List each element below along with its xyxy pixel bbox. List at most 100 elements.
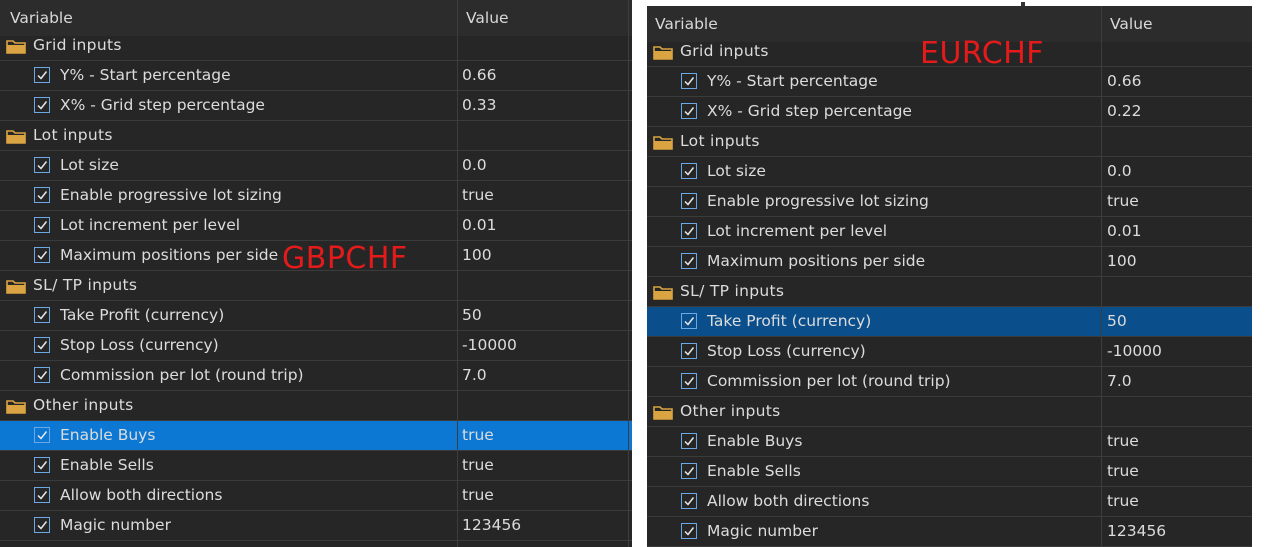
input-row[interactable]: Lot size 0.0 xyxy=(647,157,1252,187)
variable-value[interactable]: true xyxy=(462,186,494,204)
checkbox-icon[interactable] xyxy=(681,73,697,89)
input-row[interactable]: Take Profit (currency) 50 xyxy=(647,307,1252,337)
variable-value[interactable]: -10000 xyxy=(462,336,517,354)
input-row[interactable]: Allow both directions true xyxy=(0,481,632,511)
folder-icon[interactable] xyxy=(6,129,27,144)
input-row[interactable]: Magic number 123456 xyxy=(647,517,1252,547)
input-row[interactable]: Commission per lot (round trip) 7.0 xyxy=(0,361,632,391)
checkbox-icon[interactable] xyxy=(34,157,50,173)
variable-value[interactable]: 0.22 xyxy=(1107,102,1142,120)
input-row[interactable]: Enable progressive lot sizing true xyxy=(0,181,632,211)
checkbox-icon[interactable] xyxy=(681,103,697,119)
group-row[interactable]: Grid inputs xyxy=(0,31,632,61)
group-row[interactable]: SL/ TP inputs xyxy=(647,277,1252,307)
folder-icon[interactable] xyxy=(6,279,27,294)
variable-name: Magic number xyxy=(707,522,818,540)
checkbox-icon[interactable] xyxy=(34,247,50,263)
checkbox-icon[interactable] xyxy=(34,187,50,203)
folder-icon[interactable] xyxy=(653,285,674,300)
variable-value[interactable]: 123456 xyxy=(462,516,521,534)
input-row[interactable]: Enable Buys true xyxy=(647,427,1252,457)
input-row[interactable]: Lot increment per level 0.01 xyxy=(0,211,632,241)
checkbox-icon[interactable] xyxy=(34,97,50,113)
variable-value[interactable]: true xyxy=(1107,432,1139,450)
column-divider[interactable] xyxy=(1101,6,1102,547)
input-row[interactable]: Commission per lot (round trip) 7.0 xyxy=(647,367,1252,397)
group-row[interactable]: Other inputs xyxy=(0,391,632,421)
variable-value[interactable]: true xyxy=(1107,192,1139,210)
checkbox-icon[interactable] xyxy=(34,427,50,443)
variable-value[interactable]: -10000 xyxy=(1107,342,1162,360)
folder-icon[interactable] xyxy=(653,135,674,150)
input-row[interactable]: Enable Sells true xyxy=(0,451,632,481)
variable-value[interactable]: 0.01 xyxy=(1107,222,1142,240)
variable-value[interactable]: 0.66 xyxy=(462,66,497,84)
input-row[interactable]: Enable progressive lot sizing true xyxy=(647,187,1252,217)
variable-value[interactable]: 7.0 xyxy=(462,366,487,384)
variable-value[interactable]: true xyxy=(462,486,494,504)
checkbox-icon[interactable] xyxy=(34,217,50,233)
checkbox-icon[interactable] xyxy=(34,517,50,533)
folder-icon[interactable] xyxy=(653,405,674,420)
variable-name: Commission per lot (round trip) xyxy=(60,366,304,384)
checkbox-icon[interactable] xyxy=(34,307,50,323)
input-row[interactable]: Y% - Start percentage 0.66 xyxy=(0,61,632,91)
variable-value[interactable]: 0.33 xyxy=(462,96,497,114)
column-header-value[interactable]: Value xyxy=(466,9,509,27)
group-row[interactable]: Lot inputs xyxy=(647,127,1252,157)
input-row[interactable]: Maximum positions per side 100 xyxy=(647,247,1252,277)
input-row[interactable]: Stop Loss (currency) -10000 xyxy=(0,331,632,361)
checkbox-icon[interactable] xyxy=(681,343,697,359)
column-divider[interactable] xyxy=(457,0,458,547)
group-row[interactable]: Lot inputs xyxy=(0,121,632,151)
checkbox-icon[interactable] xyxy=(681,223,697,239)
checkbox-icon[interactable] xyxy=(681,493,697,509)
checkbox-icon[interactable] xyxy=(34,457,50,473)
variable-value[interactable]: 0.0 xyxy=(462,156,487,174)
folder-icon[interactable] xyxy=(6,399,27,414)
column-header-variable[interactable]: Variable xyxy=(10,9,73,27)
checkbox-icon[interactable] xyxy=(681,523,697,539)
variable-value[interactable]: 0.66 xyxy=(1107,72,1142,90)
input-row[interactable]: Enable Buys true xyxy=(0,421,632,451)
input-row[interactable]: X% - Grid step percentage 0.33 xyxy=(0,91,632,121)
variable-value[interactable]: true xyxy=(462,426,494,444)
checkbox-icon[interactable] xyxy=(681,163,697,179)
input-row[interactable]: Lot increment per level 0.01 xyxy=(647,217,1252,247)
input-row[interactable]: Magic number 123456 xyxy=(0,511,632,541)
folder-icon[interactable] xyxy=(6,39,27,54)
variable-value[interactable]: 0.01 xyxy=(462,216,497,234)
input-row[interactable]: Enable Sells true xyxy=(647,457,1252,487)
checkbox-icon[interactable] xyxy=(681,433,697,449)
column-header-variable[interactable]: Variable xyxy=(655,15,718,33)
checkbox-icon[interactable] xyxy=(681,373,697,389)
variable-name: Enable Sells xyxy=(60,456,154,474)
checkbox-icon[interactable] xyxy=(681,253,697,269)
variable-value[interactable]: true xyxy=(462,456,494,474)
group-row[interactable]: Other inputs xyxy=(647,397,1252,427)
checkbox-icon[interactable] xyxy=(34,367,50,383)
checkbox-icon[interactable] xyxy=(681,313,697,329)
variable-value[interactable]: true xyxy=(1107,492,1139,510)
variable-value[interactable]: true xyxy=(1107,462,1139,480)
variable-value[interactable]: 100 xyxy=(462,246,492,264)
input-row[interactable]: Lot size 0.0 xyxy=(0,151,632,181)
variable-value[interactable]: 0.0 xyxy=(1107,162,1132,180)
variable-value[interactable]: 7.0 xyxy=(1107,372,1132,390)
input-row[interactable]: Stop Loss (currency) -10000 xyxy=(647,337,1252,367)
folder-icon[interactable] xyxy=(653,45,674,60)
checkbox-icon[interactable] xyxy=(681,193,697,209)
variable-value[interactable]: 123456 xyxy=(1107,522,1166,540)
input-row[interactable]: Y% - Start percentage 0.66 xyxy=(647,67,1252,97)
variable-value[interactable]: 50 xyxy=(462,306,482,324)
variable-value[interactable]: 100 xyxy=(1107,252,1137,270)
column-header-value[interactable]: Value xyxy=(1110,15,1153,33)
variable-value[interactable]: 50 xyxy=(1107,312,1127,330)
input-row[interactable]: Allow both directions true xyxy=(647,487,1252,517)
checkbox-icon[interactable] xyxy=(681,463,697,479)
checkbox-icon[interactable] xyxy=(34,487,50,503)
checkbox-icon[interactable] xyxy=(34,337,50,353)
checkbox-icon[interactable] xyxy=(34,67,50,83)
input-row[interactable]: X% - Grid step percentage 0.22 xyxy=(647,97,1252,127)
input-row[interactable]: Take Profit (currency) 50 xyxy=(0,301,632,331)
